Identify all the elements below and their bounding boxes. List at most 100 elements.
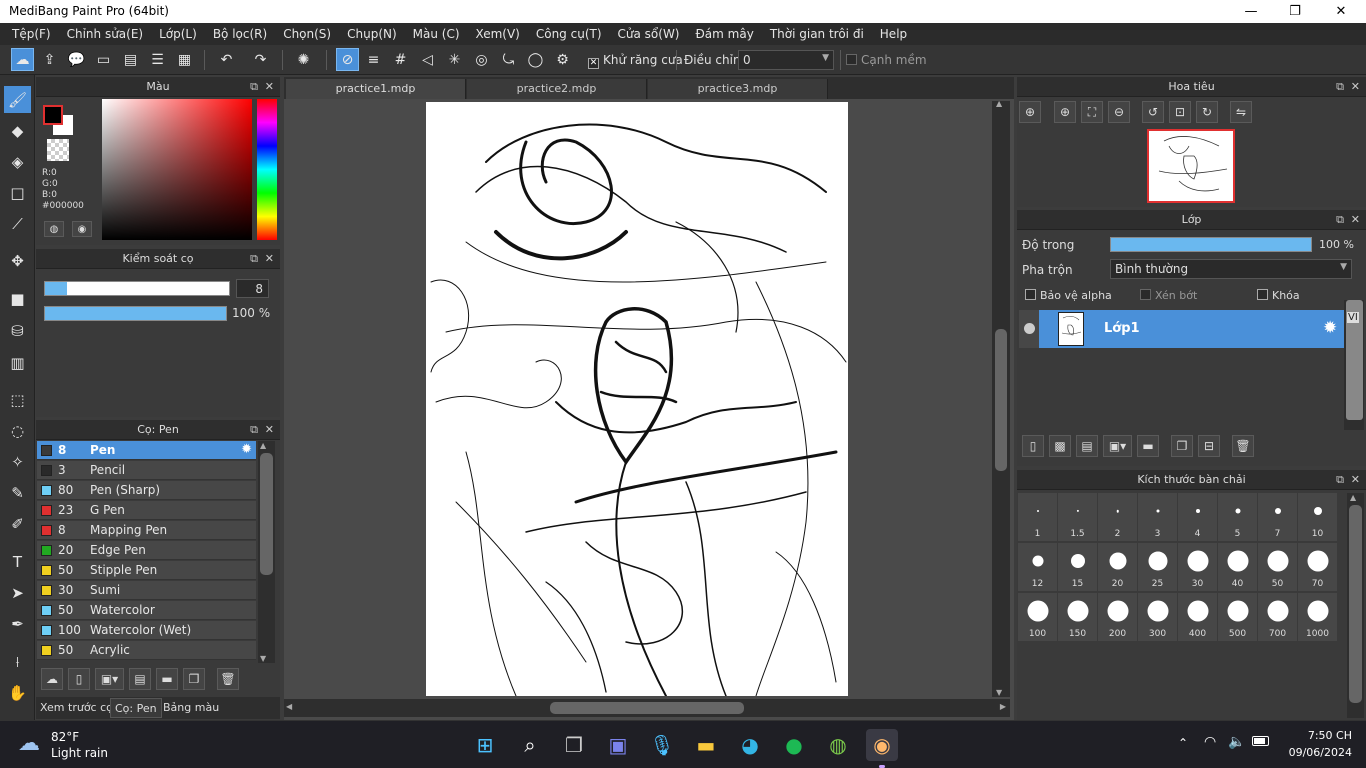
menu-file[interactable]: Tệp(F) (4, 27, 59, 41)
volume-icon[interactable]: 🔈 (1228, 734, 1245, 750)
close-icon[interactable]: ✕ (1351, 470, 1360, 490)
add-brush-dropdown-icon[interactable]: ▣▾ (95, 668, 124, 690)
popout-icon[interactable]: ⧉ (1336, 470, 1344, 490)
gear-icon[interactable]: ✹ (1323, 318, 1337, 338)
color-wheel-icon[interactable]: ◉ (72, 221, 92, 237)
duplicate-layer-icon[interactable]: ❐ (1171, 435, 1193, 457)
brush-item[interactable]: 30 Sumi (37, 581, 256, 600)
brush-size-slider[interactable] (44, 281, 230, 296)
parallel-snap-icon[interactable]: ≡ (362, 48, 385, 71)
spotify-icon[interactable]: ● (778, 729, 810, 761)
brush-size-cell[interactable]: 10 (1298, 493, 1337, 541)
brush-size-cell[interactable]: 1.5 (1058, 493, 1097, 541)
protect-alpha-checkbox[interactable]: Bảo vệ alpha (1025, 289, 1112, 302)
tab-brush-preview[interactable]: Xem trước cọ (36, 698, 117, 718)
foreground-color-swatch[interactable] (43, 105, 63, 125)
close-icon[interactable]: ✕ (265, 420, 274, 440)
tab-color-palette[interactable]: Bảng màu (159, 698, 223, 718)
canvas-horizontal-scrollbar[interactable]: ◀ ▶ (284, 699, 1010, 717)
brush-size-cell[interactable]: 100 (1018, 593, 1057, 641)
clock-date[interactable]: 09/06/2024 (1284, 746, 1352, 759)
curve-snap-icon[interactable]: ⤿ (497, 48, 520, 71)
duplicate-icon[interactable]: ❐ (183, 668, 205, 690)
divide-tool-icon[interactable]: ✒ (4, 610, 31, 637)
canvas-hscroll-thumb[interactable] (550, 702, 744, 714)
eye-icon[interactable] (1024, 323, 1035, 334)
dot-eraser-icon[interactable]: ◈ (4, 148, 31, 175)
document-icon[interactable]: ▤ (119, 48, 142, 71)
brush-size-cell[interactable]: 50 (1258, 543, 1297, 591)
bucket-tool-icon[interactable]: ⛁ (4, 317, 31, 344)
edge-browser-icon[interactable]: ◕ (734, 729, 766, 761)
eraser-tool-icon[interactable]: ◆ (4, 117, 31, 144)
chat-icon[interactable]: 💬 (65, 48, 88, 71)
microphone-icon[interactable]: 🎙 (646, 729, 678, 761)
new-1bit-layer-icon[interactable]: ▤ (1076, 435, 1098, 457)
rotate-left-icon[interactable]: ↺ (1142, 101, 1164, 123)
brush-size-cell[interactable]: 1 (1018, 493, 1057, 541)
fill-rect-icon[interactable]: ■ (4, 285, 31, 312)
brush-item[interactable]: 100 Watercolor (Wet) (37, 621, 256, 640)
palette-icon[interactable]: ◍ (44, 221, 64, 237)
brush-size-cell[interactable]: 12 (1018, 543, 1057, 591)
brush-size-cell[interactable]: 150 (1058, 593, 1097, 641)
menu-layer[interactable]: Lớp(L) (151, 27, 205, 41)
rotate-right-icon[interactable]: ↻ (1196, 101, 1218, 123)
menu-select[interactable]: Chọn(S) (275, 27, 339, 41)
clipping-checkbox[interactable]: Xén bớt (1140, 289, 1197, 302)
medibang-app-icon[interactable]: ◉ (866, 729, 898, 761)
tab-practice3[interactable]: practice3.mdp (648, 79, 828, 99)
move-tool-icon[interactable]: ✥ (4, 247, 31, 274)
menu-filter[interactable]: Bộ lọc(R) (205, 27, 275, 41)
brush-tool-icon[interactable]: 🖌 (4, 86, 31, 113)
ellipse-snap-icon[interactable]: ◯ (524, 48, 547, 71)
scroll-down-icon[interactable]: ▼ (996, 688, 1002, 697)
brush-item[interactable]: 8 Mapping Pen (37, 521, 256, 540)
close-icon[interactable]: ✕ (265, 77, 274, 97)
merge-layer-icon[interactable]: ⊟ (1198, 435, 1220, 457)
perspective-snap-icon[interactable]: ◁ (416, 48, 439, 71)
select-eraser-icon[interactable]: ✐ (4, 510, 31, 537)
brush-size-cell[interactable]: 3 (1138, 493, 1177, 541)
canvas-vertical-scrollbar[interactable]: ▲ ▼ (992, 99, 1010, 697)
brush-size-cell[interactable]: 15 (1058, 543, 1097, 591)
popout-icon[interactable]: ⧉ (250, 420, 258, 440)
folder-icon[interactable]: ▬ (1137, 435, 1159, 457)
minimize-button[interactable]: — (1228, 0, 1274, 23)
select-rect-icon[interactable]: ⬚ (4, 386, 31, 413)
text-tool-icon[interactable]: T (4, 548, 31, 575)
popout-icon[interactable]: ⧉ (250, 77, 258, 97)
redo-icon[interactable]: ↷ (249, 48, 272, 71)
task-view-icon[interactable]: ❐ (558, 729, 590, 761)
gear-icon[interactable]: ⚙ (551, 48, 574, 71)
rectangle-tool-icon[interactable]: □ (4, 179, 31, 206)
transparent-color-icon[interactable] (47, 139, 69, 161)
brush-size-cell[interactable]: 40 (1218, 543, 1257, 591)
search-icon[interactable]: ⌕ (514, 729, 546, 761)
line-tool-icon[interactable]: ⟋ (4, 210, 31, 237)
reset-view-icon[interactable]: ⊡ (1169, 101, 1191, 123)
brush-size-cell[interactable]: 1000 (1298, 593, 1337, 641)
list-icon[interactable]: ☰ (146, 48, 169, 71)
zoom-slider-icon[interactable]: ⊕ (1019, 101, 1041, 123)
checklist-icon[interactable]: ▦ (173, 48, 196, 71)
cloud-icon[interactable]: ☁ (11, 48, 34, 71)
menu-help[interactable]: Help (872, 27, 915, 41)
close-icon[interactable]: ✕ (1351, 210, 1360, 230)
brush-size-cell[interactable]: 20 (1098, 543, 1137, 591)
side-tab-label[interactable]: VI (1347, 312, 1359, 323)
brush-size-cell[interactable]: 400 (1178, 593, 1217, 641)
scroll-right-icon[interactable]: ▶ (1000, 702, 1006, 711)
scroll-up-icon[interactable]: ▲ (996, 99, 1002, 108)
brush-item[interactable]: 20 Edge Pen (37, 541, 256, 560)
menu-snap[interactable]: Chụp(N) (339, 27, 405, 41)
blend-mode-dropdown[interactable]: Bình thường ▼ (1110, 259, 1352, 279)
windows-start-icon[interactable]: ⊞ (469, 729, 501, 761)
paint-app-icon[interactable]: ◍ (822, 729, 854, 761)
brush-item[interactable]: 50 Stipple Pen (37, 561, 256, 580)
gradient-tool-icon[interactable]: ▥ (4, 349, 31, 376)
brush-size-cell[interactable]: 5 (1218, 493, 1257, 541)
brush-size-scroll-thumb[interactable] (1349, 505, 1362, 703)
brush-item[interactable]: 50 Acrylic (37, 641, 256, 660)
add-layer-dropdown-icon[interactable]: ▣▾ (1103, 435, 1132, 457)
